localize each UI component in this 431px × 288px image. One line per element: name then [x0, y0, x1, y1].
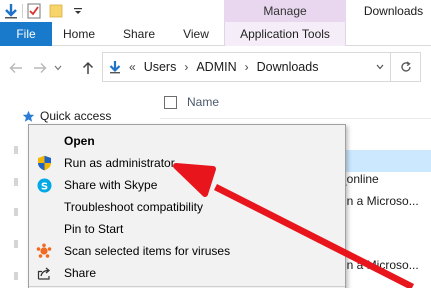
share-icon [36, 265, 52, 281]
uac-shield-icon [36, 155, 52, 171]
tab-file[interactable]: File [0, 22, 52, 46]
column-header-name[interactable]: Name [164, 95, 219, 109]
menu-item-label: Pin to Start [64, 222, 124, 236]
refresh-icon [400, 61, 411, 72]
tree-item-marker [14, 240, 18, 248]
back-button[interactable] [6, 58, 26, 78]
address-history-dropdown[interactable] [374, 61, 386, 73]
star-icon [22, 110, 35, 122]
breadcrumb-downloads[interactable]: Downloads [257, 60, 319, 74]
menu-item-run-as-administrator[interactable]: Run as administrator [29, 152, 345, 174]
up-button[interactable] [78, 58, 98, 78]
breadcrumb-separator[interactable]: › [245, 60, 249, 74]
menu-item-label: Share with Skype [64, 178, 158, 192]
back-arrow-icon [9, 63, 22, 73]
menu-item-scan-for-viruses[interactable]: Scan selected items for viruses [29, 240, 345, 262]
refresh-button[interactable] [391, 52, 421, 82]
checklist-icon[interactable] [23, 0, 45, 22]
title-bar: Manage Downloads [0, 0, 431, 22]
tab-view[interactable]: View [174, 22, 218, 46]
tab-home[interactable]: Home [56, 22, 102, 46]
recent-locations-button[interactable] [52, 58, 64, 78]
forward-arrow-icon [34, 63, 47, 73]
customize-toolbar-icon[interactable] [67, 0, 89, 22]
menu-item-label: Run as administrator [64, 156, 175, 170]
header-divider [160, 118, 431, 119]
window-title: Downloads [363, 4, 424, 18]
downloads-folder-icon [109, 60, 121, 74]
menu-item-open[interactable]: Open [29, 130, 345, 152]
properties-icon[interactable] [0, 0, 22, 22]
tree-item-marker [14, 146, 18, 154]
tab-application-tools[interactable]: Application Tools [224, 22, 346, 46]
avast-icon [36, 243, 52, 259]
menu-item-share-with-skype[interactable]: S Share with Skype [29, 174, 345, 196]
menu-item-label: Open [64, 134, 95, 148]
menu-separator [29, 286, 345, 287]
nav-item-quick-access[interactable]: Quick access [22, 109, 111, 123]
new-folder-icon[interactable] [45, 0, 67, 22]
svg-text:S: S [40, 181, 47, 192]
context-menu: Open Run as administrator S Share with S… [28, 124, 346, 288]
chevron-down-icon [376, 64, 384, 70]
menu-item-share[interactable]: Share [29, 262, 345, 284]
up-arrow-icon [82, 61, 94, 74]
breadcrumb-admin[interactable]: ADMIN [196, 60, 236, 74]
manage-context-tab[interactable]: Manage [224, 0, 346, 22]
menu-item-label: Scan selected items for viruses [64, 244, 231, 258]
menu-item-troubleshoot-compatibility[interactable]: Troubleshoot compatibility [29, 196, 345, 218]
menu-item-label: Troubleshoot compatibility [64, 200, 203, 214]
menu-item-pin-to-start[interactable]: Pin to Start [29, 218, 345, 240]
tree-item-marker [14, 208, 18, 216]
file-type-fragment[interactable]: in a Microso... [344, 194, 419, 208]
forward-button[interactable] [30, 58, 50, 78]
select-all-checkbox[interactable] [164, 95, 177, 109]
breadcrumb-overflow[interactable]: « [129, 60, 136, 74]
breadcrumb-users[interactable]: Users [144, 60, 177, 74]
address-bar[interactable]: « Users › ADMIN › Downloads [102, 52, 391, 82]
breadcrumb-separator[interactable]: › [184, 60, 188, 74]
quick-access-toolbar [0, 0, 89, 22]
nav-item-label: Quick access [40, 109, 112, 123]
chevron-down-icon [54, 65, 62, 71]
skype-icon: S [36, 177, 52, 193]
menu-item-label: Share [64, 266, 97, 280]
tree-item-marker [14, 178, 18, 186]
navigation-bar: « Users › ADMIN › Downloads [0, 46, 431, 90]
ribbon-tabs: File Home Share View Application Tools [0, 22, 431, 46]
column-header-label: Name [187, 95, 220, 109]
tab-share[interactable]: Share [114, 22, 164, 46]
tree-item-marker [14, 272, 18, 280]
file-type-fragment[interactable]: in a Microso... [344, 258, 419, 272]
